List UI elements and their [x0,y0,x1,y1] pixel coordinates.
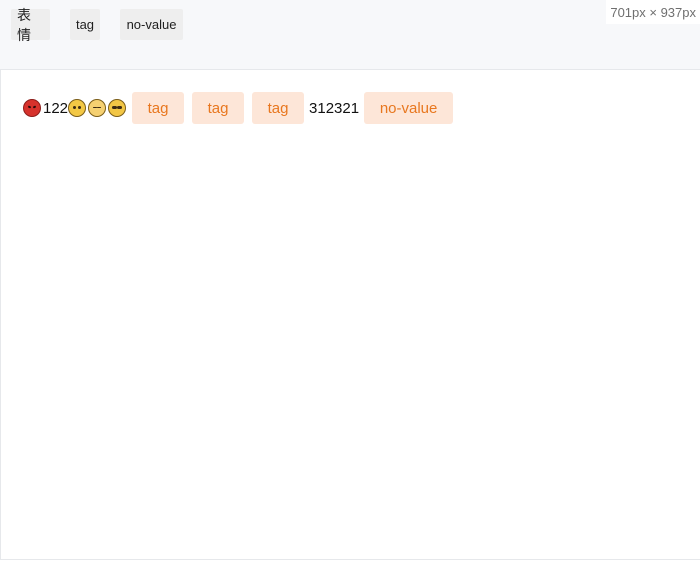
viewport-size-readout: 701px × 937px [606,0,700,24]
no-value-chip[interactable]: no-value [364,92,454,124]
tag-chip[interactable]: tag [252,92,305,124]
editor-app: 表情 tag no-value 701px × 937px 122 tag ta… [0,0,700,569]
grinning-squinting-face-icon [68,99,87,117]
editor-line: 122 tag tag tag 312321 no-value [23,92,454,124]
tag-chip[interactable]: tag [132,92,185,124]
emoji-button[interactable]: 表情 [11,7,50,43]
no-value-button[interactable]: no-value [120,9,183,40]
tag-chip[interactable]: tag [192,92,245,124]
cool-face-icon [108,99,127,117]
tag-button[interactable]: tag [70,9,100,40]
smirking-face-icon [88,99,107,117]
toolbar: 表情 tag no-value 701px × 937px [0,0,700,70]
angry-face-icon [23,99,41,117]
editor-area[interactable]: 122 tag tag tag 312321 no-value [0,70,700,560]
text-run-122: 122 [43,99,69,117]
text-run-312321: 312321 [309,99,360,117]
